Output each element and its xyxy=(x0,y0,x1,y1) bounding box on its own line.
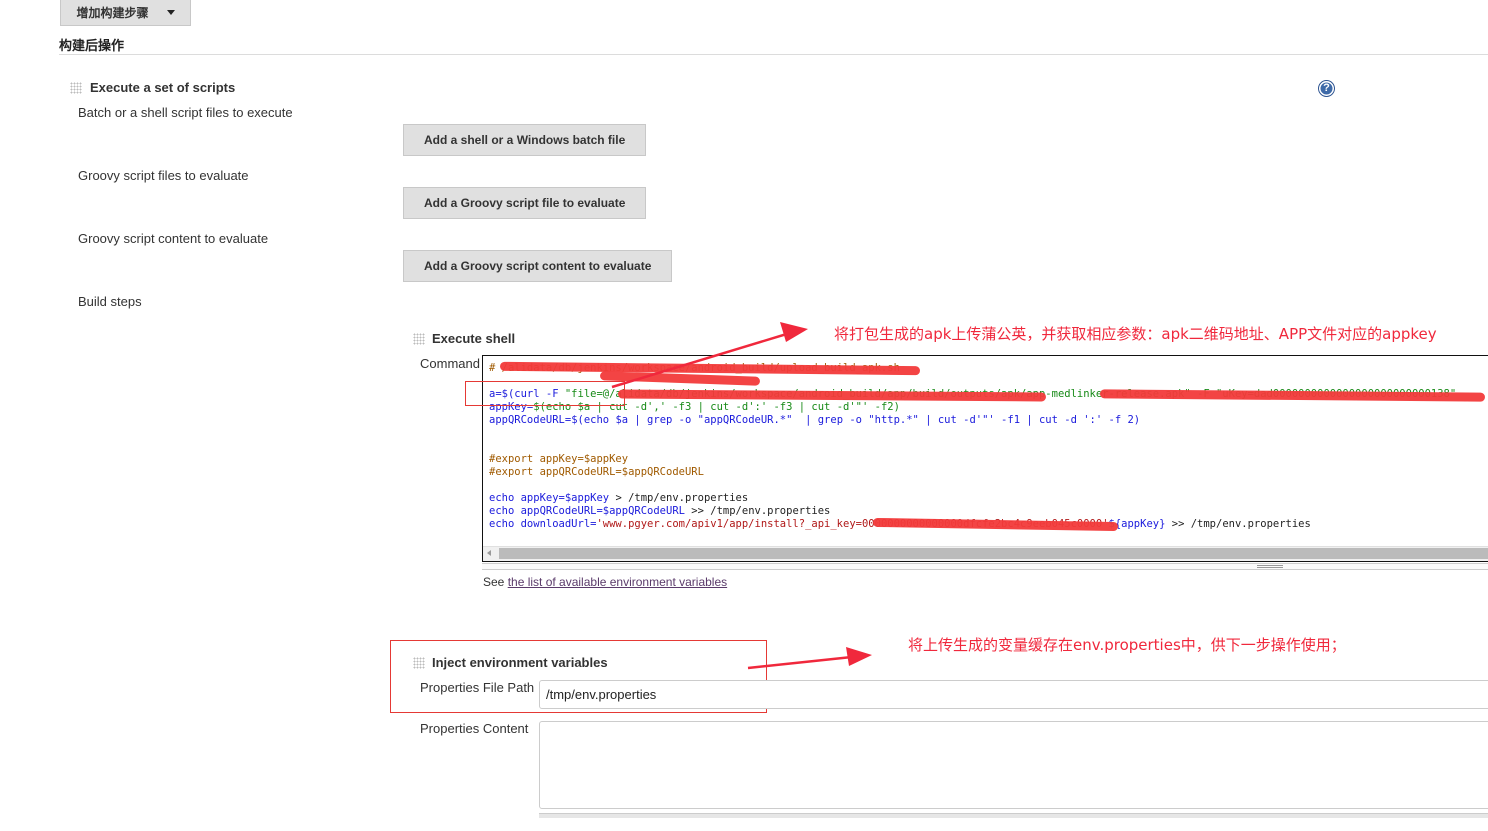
code-token: appKey=$appKey xyxy=(520,492,610,504)
upload-annotation: 将打包生成的apk上传蒲公英，并获取相应参数：apk二维码地址、APP文件对应的… xyxy=(834,325,1437,343)
groovy-content-label: Groovy script content to evaluate xyxy=(78,231,269,246)
code-token: >> /tmp/env.properties xyxy=(1165,518,1311,530)
highlight-box xyxy=(465,381,625,406)
add-build-step-label: 增加构建步骤 xyxy=(76,5,149,20)
env-vars-link[interactable]: the list of available environment variab… xyxy=(508,575,727,589)
env-vars-hint: See the list of available environment va… xyxy=(483,575,727,589)
properties-content-textarea[interactable] xyxy=(539,721,1488,809)
help-icon[interactable]: ? xyxy=(1319,81,1334,96)
batch-shell-label: Batch or a shell script files to execute xyxy=(78,105,293,120)
add-groovy-content-button[interactable]: Add a Groovy script content to evaluate xyxy=(403,250,673,282)
post-build-section-title: 构建后操作 xyxy=(59,38,125,53)
code-token: downloadUrl= xyxy=(520,518,597,530)
chevron-down-icon xyxy=(166,9,175,15)
code-token: appQRCodeURL=$appQRCodeURL xyxy=(520,505,685,517)
add-groovy-file-button[interactable]: Add a Groovy script file to evaluate xyxy=(403,187,647,219)
groovy-files-label: Groovy script files to evaluate xyxy=(78,168,249,183)
scroll-left-icon[interactable] xyxy=(487,550,491,556)
code-line: #export appKey=$appKey xyxy=(489,453,629,465)
command-editor[interactable]: # /alidata/db/jenkins/workspace/android_… xyxy=(482,355,1488,562)
code-line: #export appQRCodeURL=$appQRCodeURL xyxy=(489,466,704,478)
code-token: appQRCodeURL= xyxy=(489,414,572,426)
code-token: >> /tmp/env.properties xyxy=(684,505,831,517)
see-prefix: See xyxy=(483,575,508,589)
horizontal-scrollbar[interactable] xyxy=(483,546,1488,561)
textarea-resize-handle[interactable] xyxy=(539,813,1488,818)
command-label: Command xyxy=(420,356,480,371)
properties-file-path-input[interactable] xyxy=(539,680,1488,709)
code-token: echo xyxy=(489,505,521,517)
execute-shell-title: Execute shell xyxy=(432,331,516,346)
code-token: $(echo $a | grep -o "appQRCodeUR.*" | gr… xyxy=(571,414,1141,426)
drag-handle-icon[interactable] xyxy=(70,82,82,94)
code-token: echo xyxy=(489,518,521,530)
cache-annotation: 将上传生成的变量缓存在env.properties中，供下一步操作使用； xyxy=(908,636,1346,654)
build-steps-label: Build steps xyxy=(78,294,142,309)
section-divider xyxy=(59,54,1488,55)
drag-handle-icon[interactable] xyxy=(413,333,425,345)
grip-icon xyxy=(1257,565,1283,568)
properties-content-label: Properties Content xyxy=(420,721,529,736)
editor-resize-handle[interactable] xyxy=(482,563,1488,570)
add-build-step-button[interactable]: 增加构建步骤 xyxy=(60,0,191,26)
inject-env-title: Inject environment variables xyxy=(432,655,608,670)
properties-file-path-label: Properties File Path xyxy=(420,680,535,695)
command-code[interactable]: # /alidata/db/jenkins/workspace/android_… xyxy=(489,362,1456,531)
code-token: > /tmp/env.properties xyxy=(609,492,749,504)
drag-handle-icon[interactable] xyxy=(413,657,425,669)
add-shell-batch-button[interactable]: Add a shell or a Windows batch file xyxy=(403,124,647,156)
code-token: echo xyxy=(489,492,521,504)
execute-scripts-title: Execute a set of scripts xyxy=(90,80,236,95)
scrollbar-thumb[interactable] xyxy=(499,548,1488,559)
